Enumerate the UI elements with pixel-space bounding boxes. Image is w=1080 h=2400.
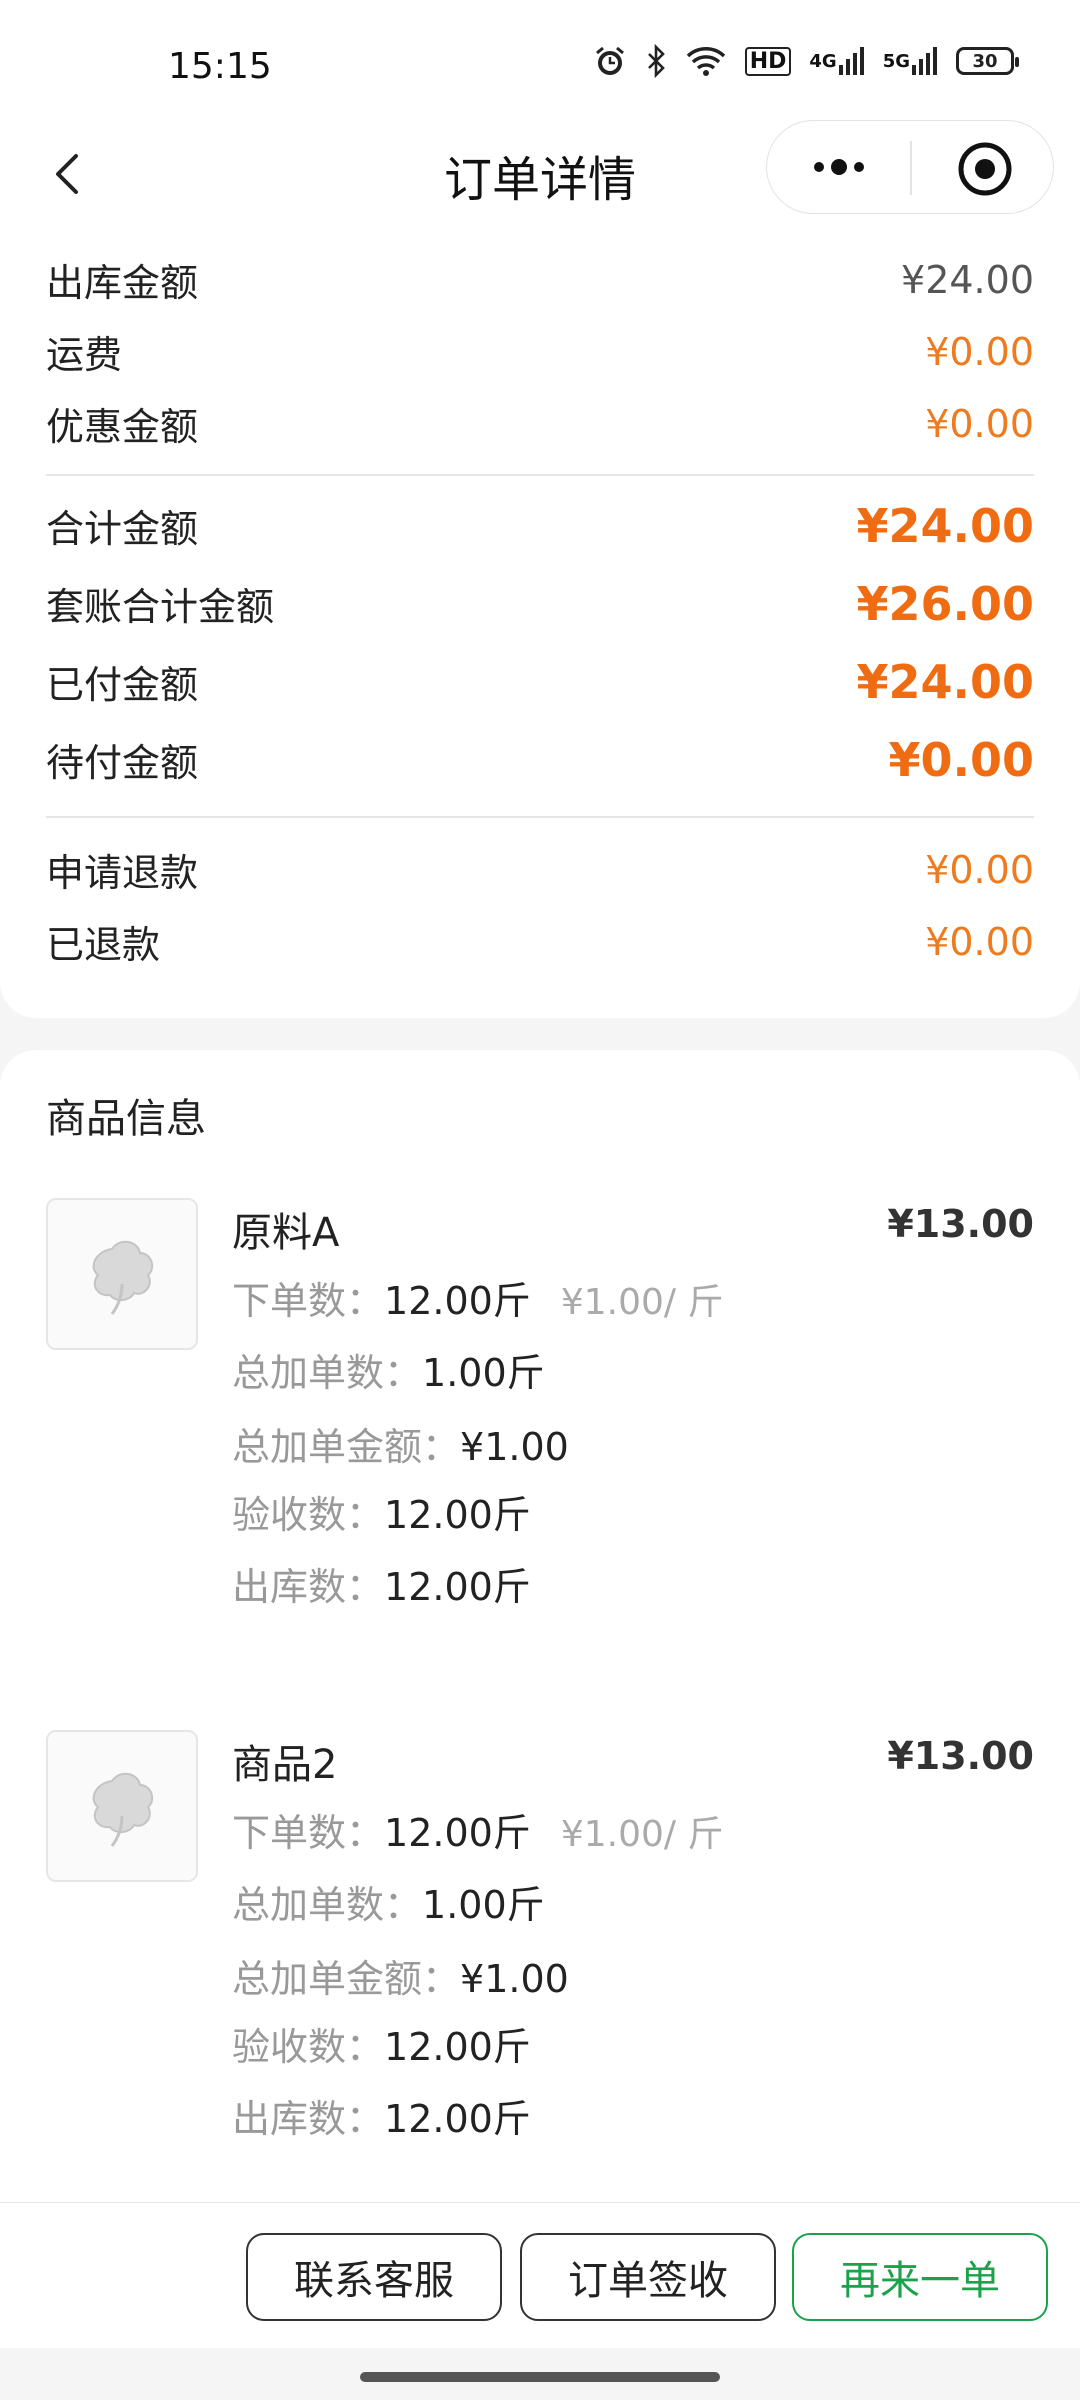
home-indicator-bar: [0, 2348, 1080, 2400]
bottom-action-bar: 联系客服 订单签收 再来一单: [0, 2202, 1080, 2349]
nav-bar: 订单详情: [0, 120, 1080, 230]
check-qty-line: 验收数：12.00斤: [232, 1484, 531, 1539]
freight-value: ¥0.00: [925, 329, 1034, 374]
out-qty-value: 12.00斤: [384, 2097, 531, 2141]
home-indicator[interactable]: [360, 2372, 720, 2382]
unpaid-label: 待付金额: [46, 741, 199, 785]
divider: [46, 816, 1034, 818]
paid-value: ¥24.00: [856, 654, 1034, 709]
status-icons: HD 4G 5G 30: [593, 44, 1019, 78]
freight-row: 运费 ¥0.00: [46, 324, 1034, 379]
paid-row: 已付金额 ¥24.00: [46, 654, 1034, 709]
order-qty-line: 下单数：12.00斤 ¥1.00/ 斤: [232, 1270, 723, 1325]
hd-icon: HD: [744, 46, 792, 76]
add-amount-label: 总加单金额：: [232, 1957, 461, 2001]
order-qty-label: 下单数：: [232, 1279, 385, 1323]
refund-apply-label: 申请退款: [46, 851, 199, 895]
out-qty-line: 出库数：12.00斤: [232, 1556, 531, 1611]
add-amount-line: 总加单金额：¥1.00: [232, 1948, 569, 2003]
add-qty-label: 总加单数：: [232, 1883, 423, 1927]
vegetable-placeholder-icon: [92, 1772, 154, 1847]
product-price: ¥13.00: [887, 1734, 1034, 1778]
refund-apply-value: ¥0.00: [925, 847, 1034, 892]
reorder-button[interactable]: 再来一单: [792, 2233, 1048, 2321]
product-name: 原料A: [232, 1210, 340, 1256]
product-price: ¥13.00: [887, 1202, 1034, 1246]
refunded-row: 已退款 ¥0.00: [46, 914, 1034, 969]
unit-price: ¥1.00/ 斤: [560, 1282, 724, 1323]
discount-row: 优惠金额 ¥0.00: [46, 396, 1034, 451]
status-time: 15:15: [168, 46, 272, 87]
order-qty-label: 下单数：: [232, 1811, 385, 1855]
alarm-icon: [593, 44, 627, 78]
check-qty-line: 验收数：12.00斤: [232, 2016, 531, 2071]
add-amount-line: 总加单金额：¥1.00: [232, 1416, 569, 1471]
goods-item[interactable]: 商品2 ¥13.00 下单数：12.00斤 ¥1.00/ 斤 总加单数：1.00斤…: [0, 1730, 1080, 2160]
total-row: 合计金额 ¥24.00: [46, 498, 1034, 553]
check-qty-label: 验收数：: [232, 2025, 385, 2069]
refunded-label: 已退款: [46, 923, 161, 967]
out-qty-label: 出库数：: [232, 1565, 385, 1609]
package-total-row: 套账合计金额 ¥26.00: [46, 576, 1034, 631]
close-miniprogram-icon[interactable]: [957, 141, 1013, 197]
add-qty-value: 1.00斤: [422, 1883, 545, 1927]
unpaid-value: ¥0.00: [888, 732, 1034, 787]
add-qty-label: 总加单数：: [232, 1351, 423, 1395]
out-qty-label: 出库数：: [232, 2097, 385, 2141]
check-qty-label: 验收数：: [232, 1493, 385, 1537]
add-amount-value: ¥1.00: [460, 1425, 569, 1469]
goods-item[interactable]: 原料A ¥13.00 下单数：12.00斤 ¥1.00/ 斤 总加单数：1.00斤…: [0, 1198, 1080, 1628]
order-qty-line: 下单数：12.00斤 ¥1.00/ 斤: [232, 1802, 723, 1857]
add-qty-value: 1.00斤: [422, 1351, 545, 1395]
miniprogram-capsule: [766, 120, 1054, 214]
discount-label: 优惠金额: [46, 405, 199, 449]
signal-4g-icon: 4G: [809, 47, 864, 75]
vegetable-placeholder-icon: [92, 1240, 154, 1315]
add-amount-value: ¥1.00: [460, 1957, 569, 2001]
divider: [46, 474, 1034, 476]
product-image: [46, 1730, 198, 1882]
total-label: 合计金额: [46, 507, 199, 551]
sign-order-button[interactable]: 订单签收: [520, 2233, 776, 2321]
signal-5g-icon: 5G: [883, 47, 938, 75]
wifi-icon: [685, 45, 727, 77]
order-qty-value: 12.00斤: [384, 1811, 531, 1855]
refund-apply-row: 申请退款 ¥0.00: [46, 842, 1034, 897]
unit-price: ¥1.00/ 斤: [560, 1814, 724, 1855]
discount-value: ¥0.00: [925, 401, 1034, 446]
outbound-amount-row: 出库金额 ¥24.00: [46, 252, 1034, 307]
more-icon[interactable]: [809, 149, 869, 185]
check-qty-value: 12.00斤: [384, 1493, 531, 1537]
paid-label: 已付金额: [46, 663, 199, 707]
freight-label: 运费: [46, 333, 123, 377]
bluetooth-icon: [645, 44, 667, 78]
total-value: ¥24.00: [856, 498, 1034, 553]
product-image: [46, 1198, 198, 1350]
amount-summary-card: 出库金额 ¥24.00 运费 ¥0.00 优惠金额 ¥0.00 合计金额 ¥24…: [0, 230, 1080, 1018]
outbound-amount-label: 出库金额: [46, 261, 199, 305]
section-title: 商品信息: [46, 1096, 206, 1142]
add-qty-line: 总加单数：1.00斤: [232, 1342, 545, 1397]
unpaid-row: 待付金额 ¥0.00: [46, 732, 1034, 787]
outbound-amount-value: ¥24.00: [901, 257, 1034, 302]
out-qty-line: 出库数：12.00斤: [232, 2088, 531, 2143]
goods-info-card: 商品信息 原料A ¥13.00 下单数：12.00斤 ¥1.00/ 斤 总加单数：…: [0, 1050, 1080, 2202]
package-total-label: 套账合计金额: [46, 585, 275, 629]
contact-service-button[interactable]: 联系客服: [246, 2233, 502, 2321]
battery-icon: 30: [956, 47, 1019, 75]
status-bar: 15:15 HD 4G 5G 30: [0, 0, 1080, 120]
product-name: 商品2: [232, 1742, 338, 1788]
refunded-value: ¥0.00: [925, 919, 1034, 964]
capsule-divider: [910, 141, 912, 195]
order-qty-value: 12.00斤: [384, 1279, 531, 1323]
add-amount-label: 总加单金额：: [232, 1425, 461, 1469]
package-total-value: ¥26.00: [856, 576, 1034, 631]
check-qty-value: 12.00斤: [384, 2025, 531, 2069]
add-qty-line: 总加单数：1.00斤: [232, 1874, 545, 1929]
out-qty-value: 12.00斤: [384, 1565, 531, 1609]
